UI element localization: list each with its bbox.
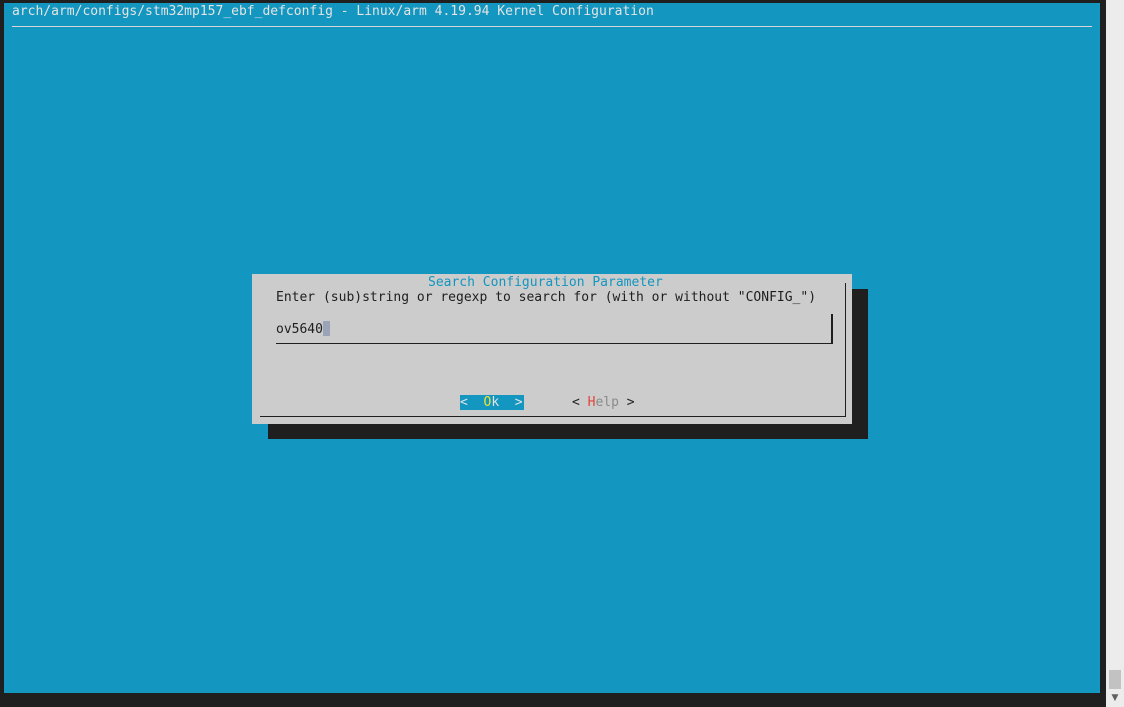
- ok-button[interactable]: < Ok >: [460, 395, 524, 410]
- terminal-window: arch/arm/configs/stm32mp157_ebf_defconfi…: [4, 3, 1100, 693]
- scrollbar-thumb[interactable]: [1109, 670, 1121, 689]
- vertical-scrollbar[interactable]: ▼: [1106, 0, 1124, 707]
- ok-button-rest: k >: [491, 395, 523, 410]
- text-cursor: [322, 321, 330, 336]
- title-divider: [12, 26, 1092, 27]
- help-button-right: >: [618, 395, 635, 410]
- search-input[interactable]: ov5640: [276, 314, 833, 344]
- help-button-rest: elp: [595, 395, 619, 410]
- search-input-text: ov5640: [276, 322, 323, 337]
- search-prompt: Enter (sub)string or regexp to search fo…: [276, 290, 817, 305]
- search-input-value: ov5640: [276, 321, 330, 338]
- ok-button-left: <: [460, 395, 484, 410]
- help-button-left: <: [572, 395, 588, 410]
- help-button[interactable]: < Help >: [572, 395, 635, 410]
- search-dialog: Search Configuration Parameter Enter (su…: [252, 274, 852, 424]
- page-title: arch/arm/configs/stm32mp157_ebf_defconfi…: [12, 4, 654, 19]
- dialog-title: Search Configuration Parameter: [428, 275, 663, 290]
- scroll-down-arrow-icon[interactable]: ▼: [1109, 692, 1121, 704]
